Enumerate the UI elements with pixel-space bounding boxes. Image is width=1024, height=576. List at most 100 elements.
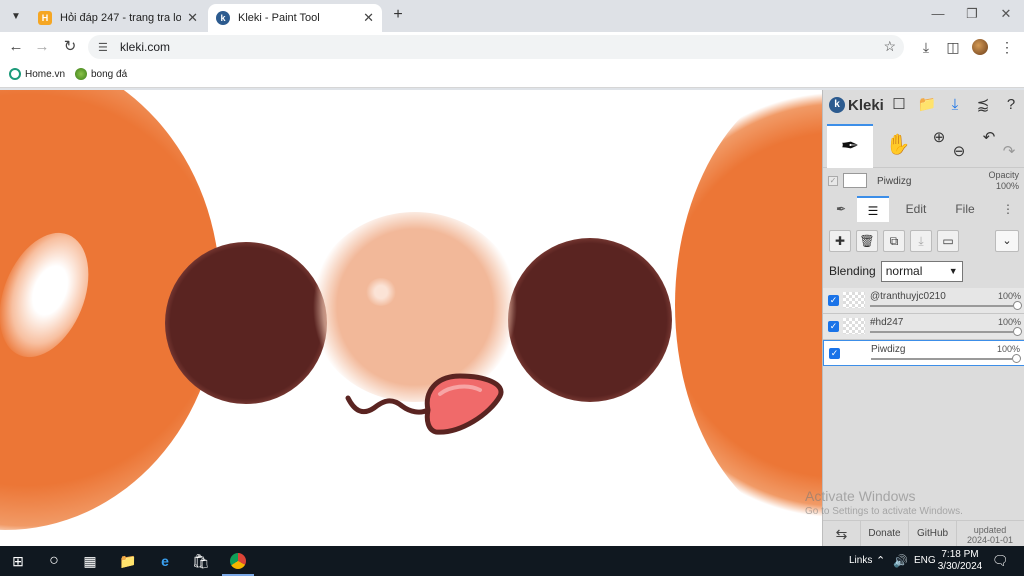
layer-name: #hd247 xyxy=(870,317,904,328)
restore-icon[interactable]: ❐ xyxy=(962,6,982,22)
volume-icon[interactable]: 🔊 xyxy=(893,546,908,576)
slider-knob[interactable] xyxy=(1013,327,1022,336)
edge-browser-icon[interactable]: e xyxy=(155,551,175,571)
layer-item-selected[interactable]: ✓ Piwdizg 100% xyxy=(823,340,1024,366)
chevron-down-icon: ▼ xyxy=(948,265,958,276)
hoidap-favicon-icon: H xyxy=(38,11,52,25)
task-view-icon[interactable]: ▦ xyxy=(80,551,100,571)
bookmark-label: bong đá xyxy=(91,68,128,80)
color-swatch[interactable] xyxy=(843,173,867,188)
panel-tabs: ✒ ☰ Edit File ⋮ xyxy=(823,196,1024,222)
reload-icon[interactable]: ↻ xyxy=(60,37,80,57)
redo-icon[interactable]: ↷ xyxy=(999,142,1019,162)
help-icon[interactable]: ? xyxy=(1001,95,1021,115)
hand-tool-icon[interactable]: ✋ xyxy=(883,130,913,160)
bookmark-label: Home.vn xyxy=(25,68,66,80)
tab-file[interactable]: File xyxy=(947,196,983,222)
merge-down-button[interactable]: ⤓ xyxy=(910,230,932,252)
drawing-canvas[interactable] xyxy=(0,90,822,546)
delete-layer-button[interactable]: 🗑 xyxy=(856,230,878,252)
layer-tools: ✚ 🗑 ⧉ ⤓ ▭ ⌄ xyxy=(823,230,1024,256)
layer-visibility-checkbox[interactable]: ✓ xyxy=(828,321,839,332)
opacity-label: Opacity xyxy=(988,170,1019,180)
store-icon[interactable]: 🛍 xyxy=(191,551,211,571)
site-settings-icon[interactable]: ☰ xyxy=(98,41,112,54)
duplicate-layer-button[interactable]: ⧉ xyxy=(883,230,905,252)
download-icon[interactable]: ⤓ xyxy=(917,38,935,56)
tab-more-icon[interactable]: ⋮ xyxy=(999,196,1017,222)
kleki-side-panel: k Kleki ☐ 📁 ⤓ ⪷ ? ✒ ✋ ⊕ ⊖ ↶ ↷ ✓ Piwdizg … xyxy=(822,90,1024,547)
blending-select[interactable]: normal ▼ xyxy=(880,260,963,282)
layer-item[interactable]: ✓ @tranthuyjc0210 100% xyxy=(823,288,1024,314)
updated-date: 2024-01-01 xyxy=(966,535,1014,545)
github-link[interactable]: GitHub xyxy=(909,520,957,547)
language-indicator[interactable]: ENG xyxy=(914,546,936,576)
window-close-icon[interactable]: ✕ xyxy=(996,6,1016,22)
opacity-value: 100% xyxy=(995,181,1019,191)
disabled-checkbox: ✓ xyxy=(828,176,838,186)
slider-knob[interactable] xyxy=(1012,354,1021,363)
save-download-icon[interactable]: ⤓ xyxy=(945,95,965,115)
layer-thumbnail xyxy=(843,318,865,334)
search-circle-icon[interactable]: ○ xyxy=(44,551,64,571)
layer-visibility-checkbox[interactable]: ✓ xyxy=(829,348,840,359)
updated-label: updated xyxy=(973,525,1007,535)
kleki-logo[interactable]: k Kleki xyxy=(829,97,884,114)
add-layer-button[interactable]: ✚ xyxy=(829,230,851,252)
slider-knob[interactable] xyxy=(1013,301,1022,310)
donate-link[interactable]: Donate xyxy=(861,520,909,547)
swap-side-icon[interactable]: ⇆ xyxy=(823,520,861,547)
tray-chevron-up-icon[interactable]: ⌃ xyxy=(876,546,885,576)
rename-layer-button[interactable]: ▭ xyxy=(937,230,959,252)
tab-layers-icon[interactable]: ☰ xyxy=(857,196,889,222)
layer-opacity-slider[interactable] xyxy=(871,358,1012,360)
zoom-out-icon[interactable]: ⊖ xyxy=(949,142,969,162)
file-explorer-icon[interactable]: 📁 xyxy=(118,551,138,571)
tab-hoidap247[interactable]: H Hỏi đáp 247 - trang tra loi ✕ xyxy=(30,4,206,32)
tab-kleki[interactable]: k Kleki - Paint Tool ✕ xyxy=(208,4,382,32)
windows-start-icon[interactable]: ⊞ xyxy=(8,551,28,571)
share-icon[interactable]: ⪷ xyxy=(973,95,993,115)
side-panel-icon[interactable]: ◫ xyxy=(944,38,962,56)
tab-close-icon[interactable]: ✕ xyxy=(363,10,374,26)
layer-item[interactable]: ✓ #hd247 100% xyxy=(823,314,1024,340)
chrome-logo-icon xyxy=(230,553,246,569)
notifications-icon[interactable]: 🗨 xyxy=(992,546,1009,576)
layer-visibility-checkbox[interactable]: ✓ xyxy=(828,295,839,306)
brush-tool-button[interactable]: ✒ xyxy=(827,124,873,168)
bookmark-homevn[interactable]: Home.vn xyxy=(9,68,65,80)
opacity-readout: Opacity 100% xyxy=(988,170,1019,192)
forward-arrow-icon[interactable]: → xyxy=(32,37,52,57)
links-toolbar[interactable]: Links xyxy=(849,546,872,576)
undo-icon[interactable]: ↶ xyxy=(979,128,999,148)
zoom-in-icon[interactable]: ⊕ xyxy=(929,128,949,148)
chrome-menu-icon[interactable]: ⋮ xyxy=(998,38,1016,56)
address-bar[interactable]: ☰ kleki.com ☆ xyxy=(88,35,904,59)
tab-close-icon[interactable]: ✕ xyxy=(187,10,198,26)
tab-brush-icon[interactable]: ✒ xyxy=(827,196,855,222)
bookmark-bongda[interactable]: bong đá xyxy=(75,68,127,80)
right-orange-cheek xyxy=(675,90,822,540)
windows-taskbar: ⊞ ○ ▦ 📁 e 🛍 Links ⌃ 🔊 ENG 7:18 PM 3/30/2… xyxy=(0,546,1024,576)
layer-opacity-slider[interactable] xyxy=(870,305,1013,307)
layer-menu-dropdown[interactable]: ⌄ xyxy=(995,230,1019,252)
layer-name: @tranthuyjc0210 xyxy=(870,291,946,302)
system-clock[interactable]: 7:18 PM 3/30/2024 xyxy=(937,549,983,573)
clock-date: 3/30/2024 xyxy=(937,561,983,572)
chrome-taskbar-icon[interactable] xyxy=(222,551,254,576)
back-arrow-icon[interactable]: ← xyxy=(6,37,26,57)
minimize-icon[interactable]: — xyxy=(928,6,948,21)
layer-opacity-slider[interactable] xyxy=(870,331,1013,333)
bookmark-star-icon[interactable]: ☆ xyxy=(883,38,896,55)
profile-avatar[interactable] xyxy=(972,39,988,55)
new-image-icon[interactable]: ☐ xyxy=(889,95,909,115)
layer-opacity: 100% xyxy=(997,291,1021,301)
kleki-footer: ⇆ Donate GitHub updated 2024-01-01 xyxy=(823,520,1024,547)
open-folder-icon[interactable]: 📁 xyxy=(917,95,937,115)
tab-edit[interactable]: Edit xyxy=(895,196,937,222)
tab-search-chevron-icon[interactable]: ▼ xyxy=(6,6,26,26)
browser-toolbar: ← → ↻ ☰ kleki.com ☆ ⤓ ◫ ⋮ xyxy=(0,32,1024,62)
new-tab-plus-icon[interactable]: + xyxy=(389,6,407,24)
blending-row: Blending normal ▼ xyxy=(829,260,963,282)
kleki-logo-text: Kleki xyxy=(848,96,884,114)
